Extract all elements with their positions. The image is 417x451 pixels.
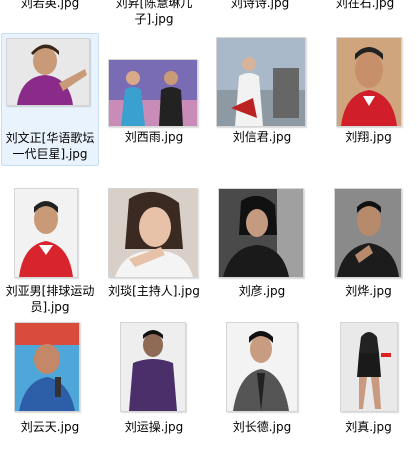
file-item-top-2[interactable]: 刘昇[陈慧琳儿子].jpg [100,0,208,30]
file-item-top-3[interactable]: 刘诗诗.jpg [210,0,310,14]
photo-thumbnail-icon [218,188,304,278]
file-name: 刘昇[陈慧琳儿子].jpg [115,0,193,26]
file-item[interactable]: 刘西雨.jpg [104,33,204,166]
file-item[interactable]: 刘文正[华语歌坛一代巨星].jpg [1,33,99,166]
file-name: 刘亚男[排球运动员].jpg [5,284,95,314]
file-name: 刘西雨.jpg [124,130,184,144]
file-item[interactable]: 刘运操.jpg [104,322,204,451]
photo-thumbnail-icon [14,188,78,278]
file-name: 刘翔.jpg [345,130,392,144]
photo-thumbnail-icon [14,322,80,412]
photo-thumbnail-icon [334,188,402,278]
file-item[interactable]: 刘烨.jpg [320,188,417,321]
photo-thumbnail-icon [340,322,398,412]
photo-thumbnail-icon [108,188,198,278]
file-item[interactable]: 刘信君.jpg [212,33,312,166]
photo-thumbnail-icon [108,59,198,127]
photo-thumbnail-icon [216,37,306,127]
file-name: 刘文正[华语歌坛一代巨星].jpg [5,131,95,161]
file-name: 刘长德.jpg [232,420,292,434]
file-item[interactable]: 刘亚男[排球运动员].jpg [1,188,99,321]
file-name: 刘烨.jpg [345,284,392,298]
photo-thumbnail-icon [6,38,90,106]
file-name: 刘彦.jpg [238,284,286,298]
photo-thumbnail-icon [120,322,186,412]
file-name: 刘运操.jpg [124,420,184,434]
photo-thumbnail-icon [336,37,402,127]
file-item-top-1[interactable]: 刘若英.jpg [0,0,100,14]
photo-thumbnail-icon [226,322,298,412]
file-name: 刘信君.jpg [232,130,292,144]
file-item[interactable]: 刘琰[主持人].jpg [104,188,204,321]
file-name: 刘在石.jpg [335,0,395,10]
file-name: 刘真.jpg [345,420,392,434]
file-name: 刘若英.jpg [20,0,80,10]
file-name: 刘琰[主持人].jpg [108,284,200,298]
file-item[interactable]: 刘翔.jpg [320,33,417,166]
file-item-top-4[interactable]: 刘在石.jpg [315,0,415,14]
file-name: 刘诗诗.jpg [230,0,290,10]
file-item[interactable]: 刘彦.jpg [212,188,312,321]
file-name: 刘云天.jpg [20,420,80,434]
file-item[interactable]: 刘云天.jpg [1,322,99,451]
file-item[interactable]: 刘真.jpg [320,322,417,451]
file-item[interactable]: 刘长德.jpg [212,322,312,451]
